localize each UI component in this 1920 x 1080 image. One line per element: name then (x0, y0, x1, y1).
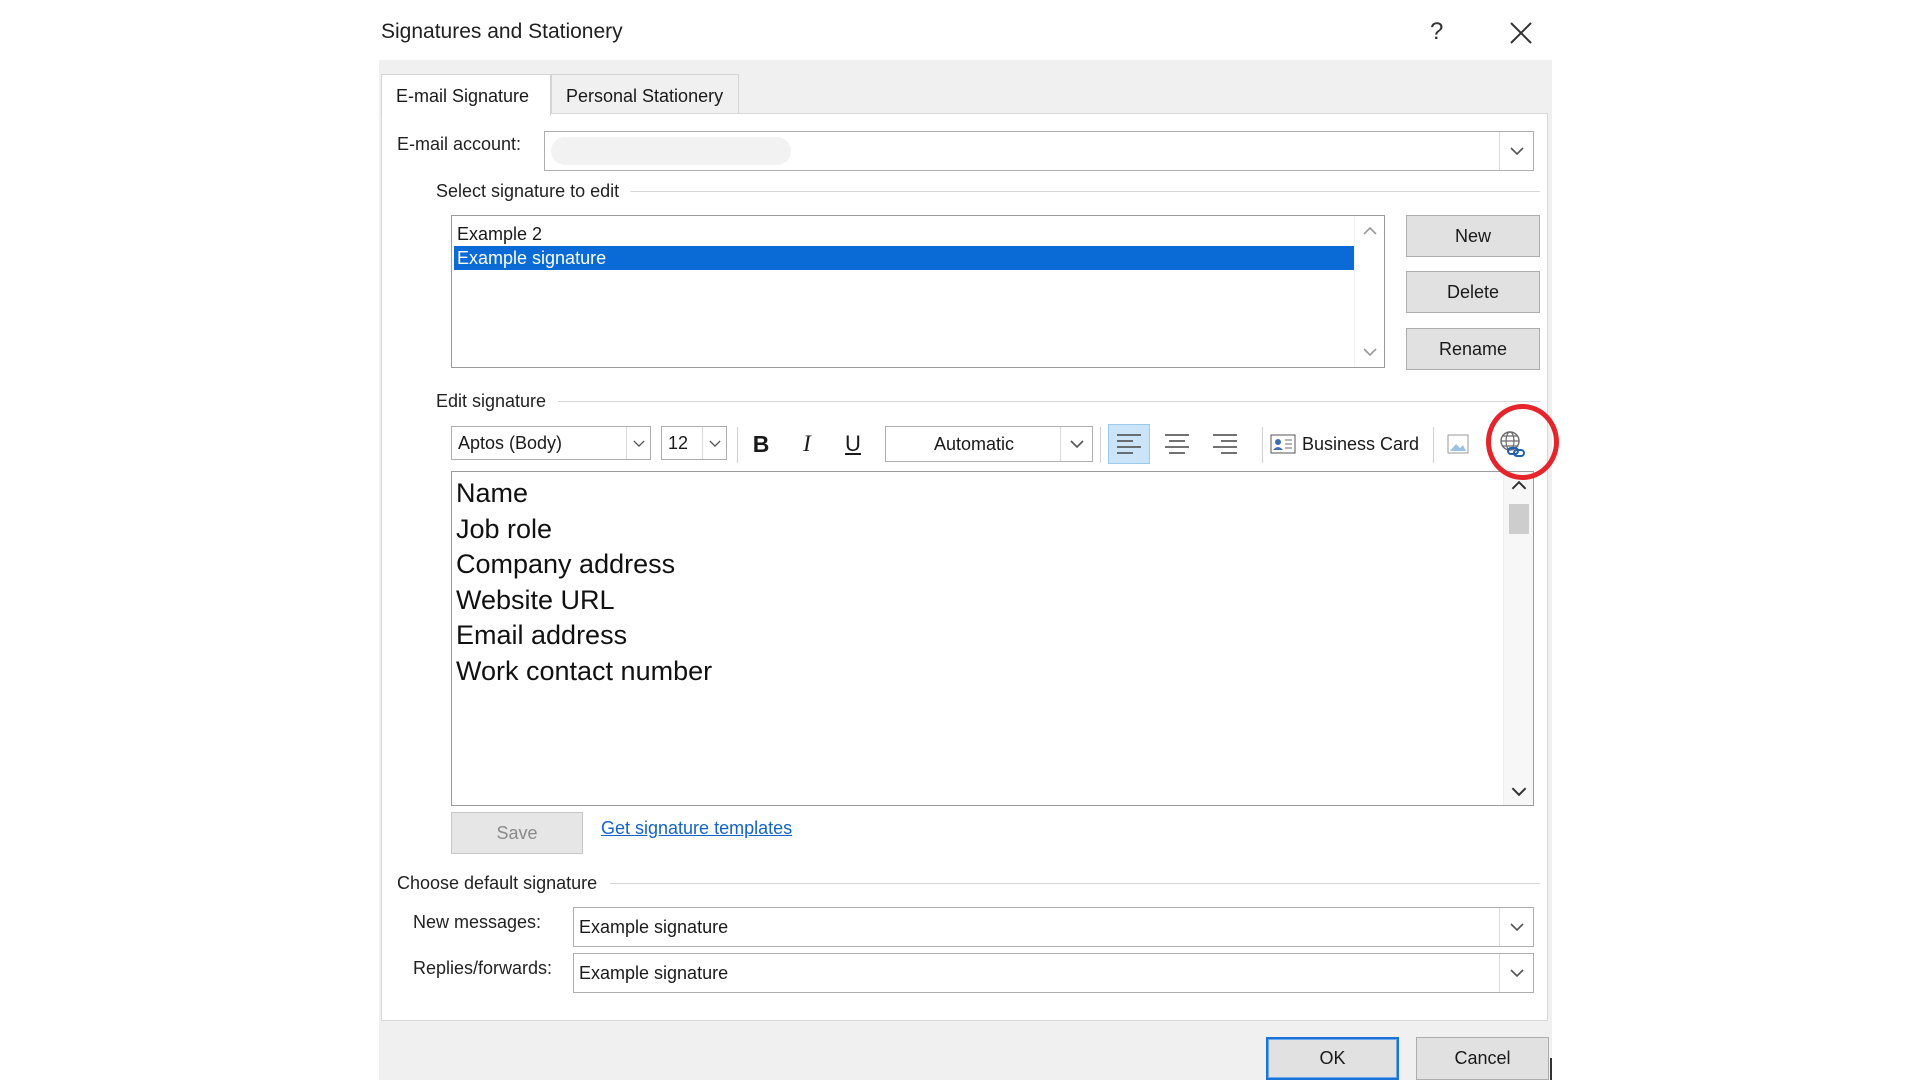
toolbar-divider (737, 427, 738, 463)
align-left-icon (1117, 434, 1141, 454)
list-item-selected[interactable]: Example signature (454, 246, 1354, 270)
business-card-icon (1270, 434, 1296, 454)
underline-button[interactable]: U (838, 424, 868, 464)
select-signature-label: Select signature to edit (436, 181, 620, 201)
dialog-title: Signatures and Stationery (381, 20, 623, 43)
italic-button[interactable]: I (792, 424, 822, 464)
insert-hyperlink-button[interactable] (1492, 424, 1532, 464)
delete-button[interactable]: Delete (1406, 271, 1540, 313)
signature-line: Email address (456, 620, 628, 650)
signature-listbox[interactable]: Example 2 Example signature (451, 215, 1385, 368)
toolbar-divider (1100, 427, 1101, 463)
redacted-account (551, 137, 791, 165)
default-signature-label: Choose default signature (397, 873, 598, 893)
rename-button[interactable]: Rename (1406, 328, 1540, 370)
align-right-icon (1213, 434, 1237, 454)
bold-button[interactable]: B (746, 424, 776, 464)
signature-line: Name (456, 478, 529, 508)
editor-scrollbar[interactable] (1503, 472, 1533, 805)
list-item[interactable]: Example 2 (454, 222, 1354, 246)
new-button[interactable]: New (1406, 215, 1540, 257)
help-icon[interactable]: ? (1430, 18, 1443, 46)
chevron-down-icon[interactable] (702, 427, 726, 459)
new-messages-label: New messages: (413, 912, 542, 932)
replies-forwards-label: Replies/forwards: (413, 958, 553, 978)
scrollbar-thumb[interactable] (1509, 504, 1529, 534)
chevron-up-icon[interactable] (1363, 226, 1377, 236)
signature-templates-link[interactable]: Get signature templates (601, 818, 792, 839)
cancel-button[interactable]: Cancel (1416, 1037, 1549, 1080)
ok-button[interactable]: OK (1266, 1037, 1399, 1080)
signature-line: Website URL (456, 584, 615, 615)
section-divider (558, 401, 1540, 402)
signature-line: Job role (456, 513, 553, 544)
chevron-down-icon[interactable] (1060, 427, 1092, 461)
email-account-dropdown[interactable] (544, 131, 1534, 171)
signature-line: Company address (456, 549, 676, 579)
toolbar-divider (1433, 427, 1434, 463)
new-messages-dropdown[interactable]: Example signature (573, 907, 1534, 947)
globe-link-icon (1500, 431, 1525, 457)
align-left-button[interactable] (1108, 424, 1150, 464)
chevron-down-icon[interactable] (1499, 954, 1533, 992)
chevron-up-icon[interactable] (1511, 480, 1527, 491)
font-size-dropdown[interactable]: 12 (661, 426, 727, 460)
email-account-label: E-mail account: (397, 134, 522, 154)
signature-editor[interactable]: Name Job role Company address Website UR… (451, 471, 1534, 806)
section-divider (610, 883, 1540, 884)
chevron-down-icon[interactable] (1499, 132, 1533, 170)
tab-email-signature[interactable]: E-mail Signature (381, 74, 551, 116)
chevron-down-icon[interactable] (626, 427, 650, 459)
picture-icon (1447, 434, 1469, 454)
chevron-down-icon[interactable] (1511, 786, 1527, 797)
business-card-button[interactable]: Business Card (1270, 424, 1424, 464)
signature-line: Work contact number (456, 655, 713, 686)
chevron-down-icon[interactable] (1499, 908, 1533, 946)
tab-personal-stationery[interactable]: Personal Stationery (551, 74, 739, 114)
chevron-down-icon[interactable] (1363, 347, 1377, 357)
toolbar-divider (1262, 427, 1263, 463)
align-center-icon (1165, 434, 1189, 454)
window-edge (1550, 1058, 1552, 1080)
align-center-button[interactable] (1156, 424, 1198, 464)
font-dropdown[interactable]: Aptos (Body) (451, 426, 651, 460)
align-right-button[interactable] (1204, 424, 1246, 464)
insert-picture-button[interactable] (1442, 424, 1476, 464)
replies-forwards-dropdown[interactable]: Example signature (573, 953, 1534, 993)
close-icon[interactable] (1508, 20, 1534, 46)
listbox-scrollbar[interactable] (1354, 216, 1384, 367)
section-divider (630, 191, 1540, 192)
edit-signature-label: Edit signature (436, 391, 547, 411)
save-button[interactable]: Save (451, 812, 583, 854)
font-color-dropdown[interactable]: Automatic (885, 426, 1093, 462)
